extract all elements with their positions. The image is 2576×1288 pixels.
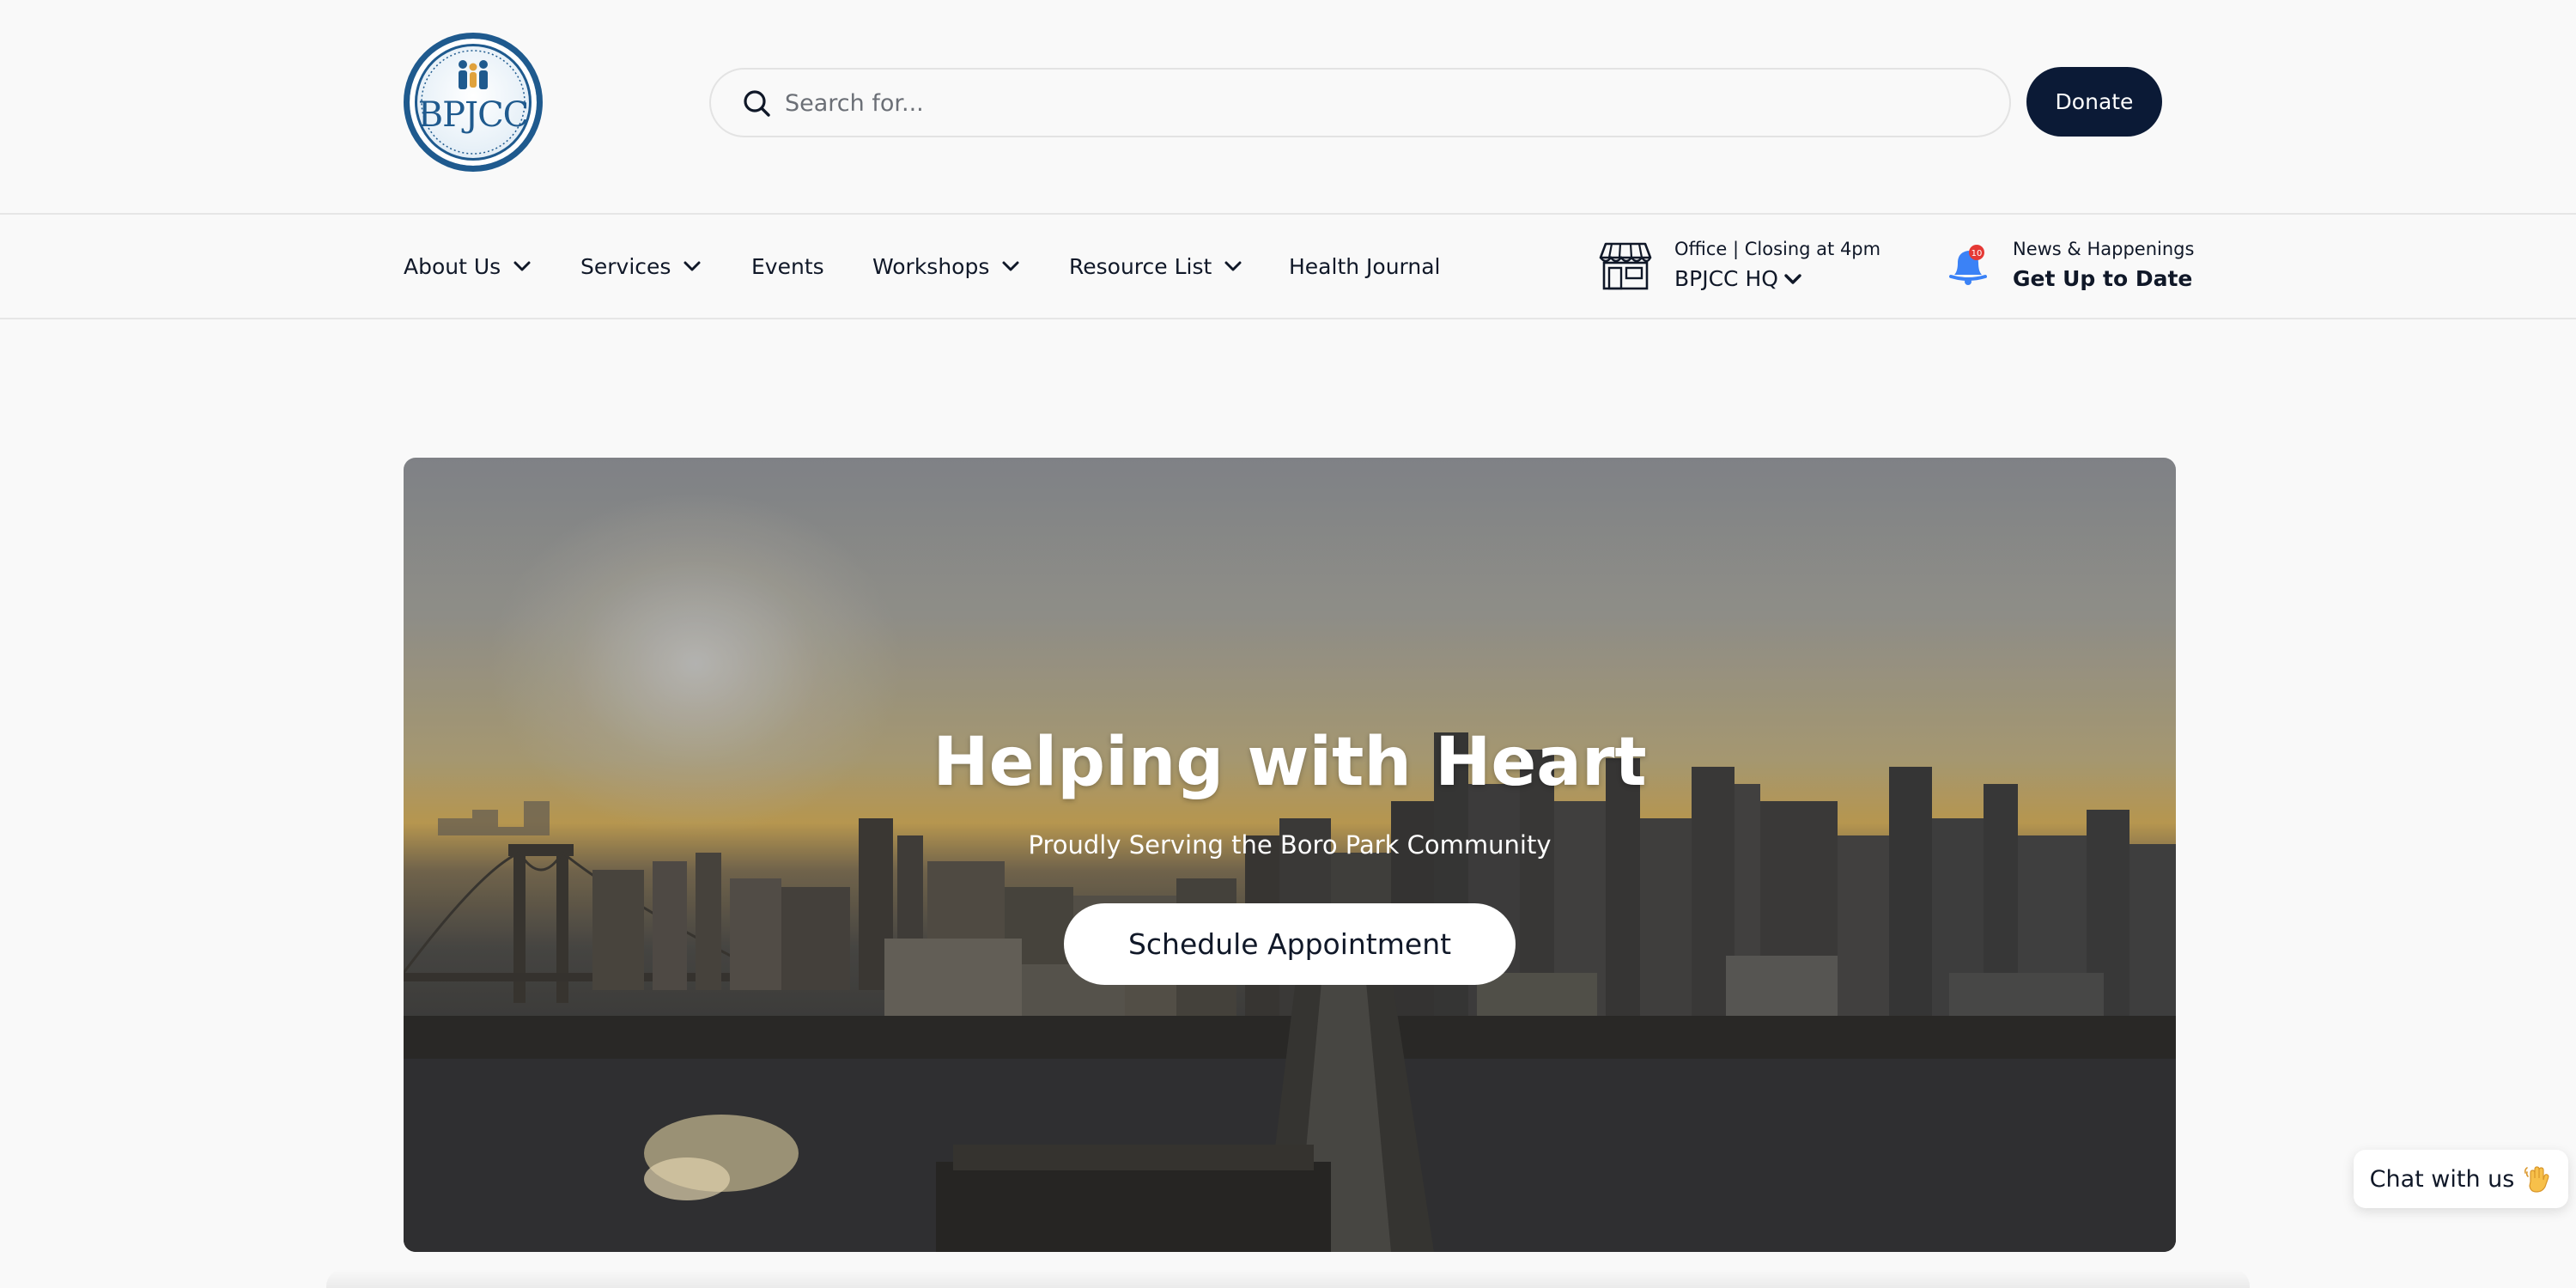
search-icon <box>744 90 770 117</box>
waving-hand-icon <box>2524 1166 2549 1193</box>
hero-banner: Helping with Heart Proudly Serving the B… <box>404 458 2176 1252</box>
nav-item-label: Services <box>580 253 671 279</box>
chevron-down-icon <box>1224 261 1242 271</box>
bpjcc-logo[interactable]: BPJCC <box>404 33 543 172</box>
nav-item-health-journal[interactable]: Health Journal <box>1289 249 1441 283</box>
chevron-down-icon <box>1784 273 1801 284</box>
nav-divider <box>0 318 2576 319</box>
header-divider <box>0 213 2576 215</box>
donate-button[interactable]: Donate <box>2026 67 2162 137</box>
site-header: BPJCC Donate <box>0 0 2576 213</box>
nav-item-label: Resource List <box>1069 253 1212 279</box>
news-link[interactable]: Get Up to Date <box>2013 266 2192 291</box>
schedule-appointment-button[interactable]: Schedule Appointment <box>1064 903 1516 985</box>
chat-widget-button[interactable]: Chat with us <box>2354 1150 2568 1208</box>
section-shadow <box>326 1269 2250 1288</box>
nav-item-label: Events <box>751 253 824 279</box>
office-location-dropdown[interactable]: BPJCC HQ <box>1674 266 1802 291</box>
storefront-icon <box>1599 242 1652 290</box>
hero-subtitle: Proudly Serving the Boro Park Community <box>1028 830 1552 860</box>
search-bar[interactable] <box>709 68 2011 137</box>
news-heading: News & Happenings <box>2013 239 2195 259</box>
chevron-down-icon <box>1002 261 1019 271</box>
chevron-down-icon <box>513 261 531 271</box>
nav-item-label: Health Journal <box>1289 253 1441 279</box>
nav-item-events[interactable]: Events <box>751 249 824 283</box>
nav-item-workshops[interactable]: Workshops <box>872 249 1020 283</box>
office-hours-text: Office | Closing at 4pm <box>1674 239 1881 259</box>
office-location-label: BPJCC HQ <box>1674 266 1778 291</box>
nav-item-label: About Us <box>404 253 501 279</box>
nav-item-resource-list[interactable]: Resource List <box>1069 249 1242 283</box>
nav-item-services[interactable]: Services <box>580 249 702 283</box>
search-input[interactable] <box>785 78 1970 128</box>
chevron-down-icon <box>683 261 701 271</box>
chat-label: Chat with us <box>2369 1165 2515 1193</box>
nav-item-about-us[interactable]: About Us <box>404 249 532 283</box>
nav-item-label: Workshops <box>872 253 990 279</box>
hero-title: Helping with Heart <box>933 724 1647 801</box>
logo-text: BPJCC <box>417 95 530 135</box>
notification-count: 10 <box>1971 249 1983 258</box>
bell-icon[interactable]: 10 <box>1949 244 1989 287</box>
